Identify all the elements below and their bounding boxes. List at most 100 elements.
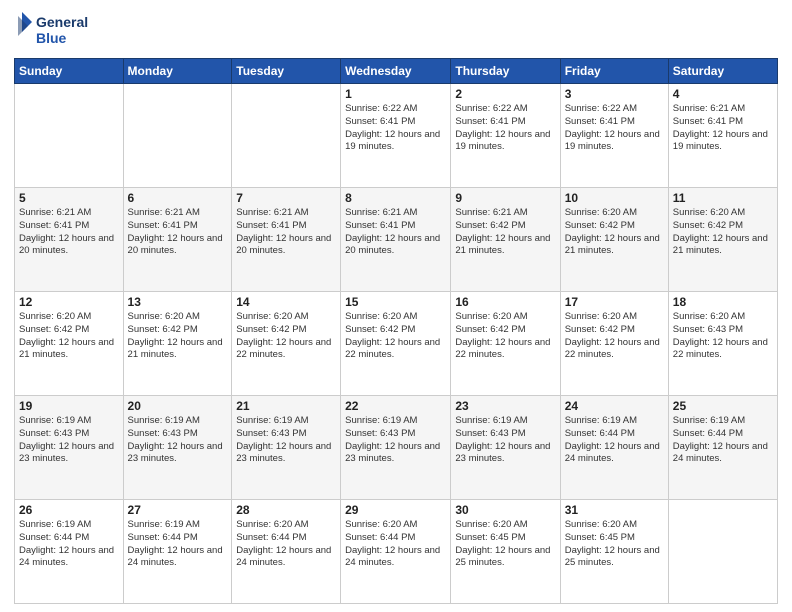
week-row-3: 12 Sunrise: 6:20 AM Sunset: 6:42 PM Dayli… <box>15 292 778 396</box>
day-info: Sunrise: 6:21 AM Sunset: 6:41 PM Dayligh… <box>19 207 119 258</box>
day-cell: 24 Sunrise: 6:19 AM Sunset: 6:44 PM Dayli… <box>560 396 668 500</box>
day-number: 27 <box>128 503 228 517</box>
day-cell: 30 Sunrise: 6:20 AM Sunset: 6:45 PM Dayli… <box>451 500 560 604</box>
day-cell: 14 Sunrise: 6:20 AM Sunset: 6:42 PM Dayli… <box>232 292 341 396</box>
day-info: Sunrise: 6:20 AM Sunset: 6:45 PM Dayligh… <box>455 519 555 570</box>
day-info: Sunrise: 6:21 AM Sunset: 6:41 PM Dayligh… <box>128 207 228 258</box>
day-number: 21 <box>236 399 336 413</box>
weekday-header-friday: Friday <box>560 59 668 84</box>
day-cell: 25 Sunrise: 6:19 AM Sunset: 6:44 PM Dayli… <box>668 396 777 500</box>
day-number: 3 <box>565 87 664 101</box>
day-info: Sunrise: 6:20 AM Sunset: 6:42 PM Dayligh… <box>565 207 664 258</box>
day-cell: 11Sunrise: 6:20 AM Sunset: 6:42 PM Dayli… <box>668 188 777 292</box>
day-cell: 2 Sunrise: 6:22 AM Sunset: 6:41 PM Daylig… <box>451 84 560 188</box>
day-info: Sunrise: 6:20 AM Sunset: 6:42 PM Dayligh… <box>128 311 228 362</box>
day-info: Sunrise: 6:20 AM Sunset: 6:42 PM Dayligh… <box>19 311 119 362</box>
header: General Blue <box>14 10 778 50</box>
day-cell: 26 Sunrise: 6:19 AM Sunset: 6:44 PM Dayli… <box>15 500 124 604</box>
day-info: Sunrise: 6:20 AM Sunset: 6:42 PM Dayligh… <box>565 311 664 362</box>
day-number: 14 <box>236 295 336 309</box>
day-cell: 21Sunrise: 6:19 AM Sunset: 6:43 PM Dayli… <box>232 396 341 500</box>
day-info: Sunrise: 6:20 AM Sunset: 6:44 PM Dayligh… <box>236 519 336 570</box>
day-number: 13 <box>128 295 228 309</box>
day-info: Sunrise: 6:19 AM Sunset: 6:44 PM Dayligh… <box>19 519 119 570</box>
day-info: Sunrise: 6:19 AM Sunset: 6:44 PM Dayligh… <box>565 415 664 466</box>
day-cell: 22 Sunrise: 6:19 AM Sunset: 6:43 PM Dayli… <box>341 396 451 500</box>
day-info: Sunrise: 6:22 AM Sunset: 6:41 PM Dayligh… <box>345 103 446 154</box>
week-row-4: 19 Sunrise: 6:19 AM Sunset: 6:43 PM Dayli… <box>15 396 778 500</box>
weekday-header-monday: Monday <box>123 59 232 84</box>
day-info: Sunrise: 6:20 AM Sunset: 6:42 PM Dayligh… <box>673 207 773 258</box>
day-number: 9 <box>455 191 555 205</box>
day-number: 12 <box>19 295 119 309</box>
day-cell: 1 Sunrise: 6:22 AM Sunset: 6:41 PM Daylig… <box>341 84 451 188</box>
day-number: 18 <box>673 295 773 309</box>
day-info: Sunrise: 6:20 AM Sunset: 6:44 PM Dayligh… <box>345 519 446 570</box>
day-cell: 6 Sunrise: 6:21 AM Sunset: 6:41 PM Daylig… <box>123 188 232 292</box>
day-number: 25 <box>673 399 773 413</box>
day-cell: 29 Sunrise: 6:20 AM Sunset: 6:44 PM Dayli… <box>341 500 451 604</box>
weekday-header-row: SundayMondayTuesdayWednesdayThursdayFrid… <box>15 59 778 84</box>
day-cell: 23Sunrise: 6:19 AM Sunset: 6:43 PM Dayli… <box>451 396 560 500</box>
day-cell: 10 Sunrise: 6:20 AM Sunset: 6:42 PM Dayli… <box>560 188 668 292</box>
day-info: Sunrise: 6:21 AM Sunset: 6:41 PM Dayligh… <box>345 207 446 258</box>
day-info: Sunrise: 6:20 AM Sunset: 6:43 PM Dayligh… <box>673 311 773 362</box>
day-cell: 15 Sunrise: 6:20 AM Sunset: 6:42 PM Dayli… <box>341 292 451 396</box>
day-info: Sunrise: 6:21 AM Sunset: 6:41 PM Dayligh… <box>673 103 773 154</box>
week-row-2: 5Sunrise: 6:21 AM Sunset: 6:41 PM Daylig… <box>15 188 778 292</box>
day-number: 10 <box>565 191 664 205</box>
day-cell <box>668 500 777 604</box>
day-cell: 19 Sunrise: 6:19 AM Sunset: 6:43 PM Dayli… <box>15 396 124 500</box>
day-info: Sunrise: 6:19 AM Sunset: 6:43 PM Dayligh… <box>128 415 228 466</box>
day-number: 6 <box>128 191 228 205</box>
weekday-header-wednesday: Wednesday <box>341 59 451 84</box>
day-cell: 17Sunrise: 6:20 AM Sunset: 6:42 PM Dayli… <box>560 292 668 396</box>
day-number: 2 <box>455 87 555 101</box>
day-info: Sunrise: 6:21 AM Sunset: 6:41 PM Dayligh… <box>236 207 336 258</box>
day-number: 28 <box>236 503 336 517</box>
day-number: 16 <box>455 295 555 309</box>
calendar-page: General Blue SundayMondayTuesdayWednesda… <box>0 0 792 612</box>
day-cell: 27Sunrise: 6:19 AM Sunset: 6:44 PM Dayli… <box>123 500 232 604</box>
day-cell <box>15 84 124 188</box>
day-cell: 9 Sunrise: 6:21 AM Sunset: 6:42 PM Daylig… <box>451 188 560 292</box>
day-info: Sunrise: 6:20 AM Sunset: 6:42 PM Dayligh… <box>345 311 446 362</box>
calendar-table: SundayMondayTuesdayWednesdayThursdayFrid… <box>14 58 778 604</box>
logo-svg: General Blue <box>14 10 104 50</box>
day-cell: 12 Sunrise: 6:20 AM Sunset: 6:42 PM Dayli… <box>15 292 124 396</box>
day-cell: 4 Sunrise: 6:21 AM Sunset: 6:41 PM Daylig… <box>668 84 777 188</box>
day-cell: 5Sunrise: 6:21 AM Sunset: 6:41 PM Daylig… <box>15 188 124 292</box>
week-row-1: 1 Sunrise: 6:22 AM Sunset: 6:41 PM Daylig… <box>15 84 778 188</box>
day-info: Sunrise: 6:22 AM Sunset: 6:41 PM Dayligh… <box>455 103 555 154</box>
day-number: 31 <box>565 503 664 517</box>
day-number: 7 <box>236 191 336 205</box>
day-info: Sunrise: 6:19 AM Sunset: 6:43 PM Dayligh… <box>345 415 446 466</box>
day-number: 20 <box>128 399 228 413</box>
day-number: 24 <box>565 399 664 413</box>
day-cell: 20 Sunrise: 6:19 AM Sunset: 6:43 PM Dayli… <box>123 396 232 500</box>
day-info: Sunrise: 6:20 AM Sunset: 6:45 PM Dayligh… <box>565 519 664 570</box>
logo-area: General Blue <box>14 10 104 50</box>
day-cell <box>123 84 232 188</box>
day-number: 15 <box>345 295 446 309</box>
svg-text:General: General <box>36 14 88 30</box>
day-number: 1 <box>345 87 446 101</box>
day-number: 30 <box>455 503 555 517</box>
day-number: 26 <box>19 503 119 517</box>
day-number: 22 <box>345 399 446 413</box>
weekday-header-tuesday: Tuesday <box>232 59 341 84</box>
day-info: Sunrise: 6:19 AM Sunset: 6:44 PM Dayligh… <box>673 415 773 466</box>
week-row-5: 26 Sunrise: 6:19 AM Sunset: 6:44 PM Dayli… <box>15 500 778 604</box>
day-number: 23 <box>455 399 555 413</box>
day-number: 19 <box>19 399 119 413</box>
day-number: 29 <box>345 503 446 517</box>
day-cell: 7 Sunrise: 6:21 AM Sunset: 6:41 PM Daylig… <box>232 188 341 292</box>
day-number: 8 <box>345 191 446 205</box>
day-info: Sunrise: 6:22 AM Sunset: 6:41 PM Dayligh… <box>565 103 664 154</box>
day-info: Sunrise: 6:21 AM Sunset: 6:42 PM Dayligh… <box>455 207 555 258</box>
day-info: Sunrise: 6:19 AM Sunset: 6:43 PM Dayligh… <box>19 415 119 466</box>
day-info: Sunrise: 6:20 AM Sunset: 6:42 PM Dayligh… <box>236 311 336 362</box>
svg-text:Blue: Blue <box>36 30 67 46</box>
weekday-header-thursday: Thursday <box>451 59 560 84</box>
day-number: 4 <box>673 87 773 101</box>
